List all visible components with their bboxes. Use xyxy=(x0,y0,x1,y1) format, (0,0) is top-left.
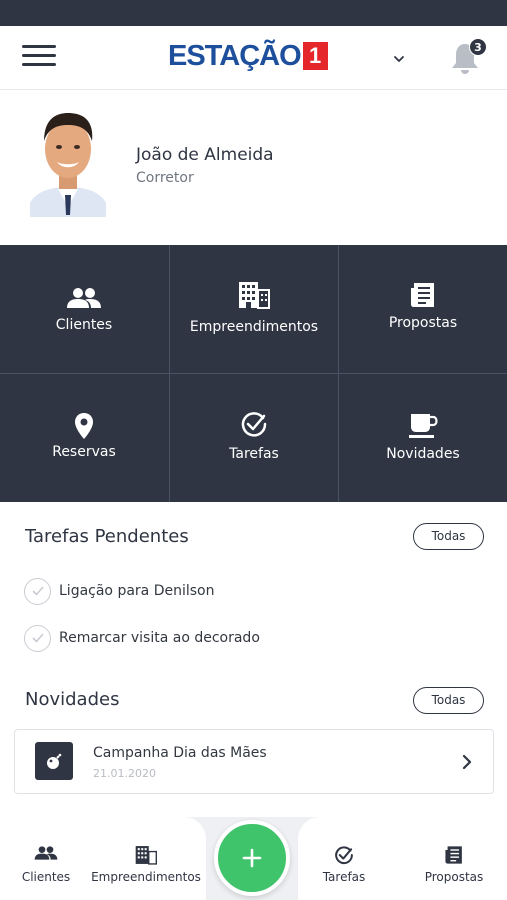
tile-label: Tarefas xyxy=(229,446,279,462)
document-icon xyxy=(411,283,434,307)
tasks-title: Tarefas Pendentes xyxy=(25,526,189,547)
tile-label: Reservas xyxy=(52,444,116,460)
tile-label: Clientes xyxy=(55,317,113,333)
nav-label: Propostas xyxy=(424,870,484,884)
app-bar: ESTAÇÃO 1 3 xyxy=(0,26,507,90)
tile-label: Propostas xyxy=(388,315,458,331)
nav-label: Empreendimentos xyxy=(91,870,201,884)
tile-clientes[interactable]: Clientes xyxy=(0,245,168,373)
map-pin-icon xyxy=(75,413,93,439)
tile-propostas[interactable]: Propostas xyxy=(339,245,507,373)
bomb-icon xyxy=(47,753,62,769)
tile-label: Novidades xyxy=(386,446,460,462)
task-text: Ligação para Denilson xyxy=(59,583,215,599)
building-icon xyxy=(135,846,157,865)
news-all-button[interactable]: Todas xyxy=(413,687,484,714)
profile-card: João de Almeida Corretor xyxy=(0,91,507,245)
logo-badge: 1 xyxy=(302,42,328,70)
status-bar xyxy=(0,0,507,26)
menu-icon[interactable] xyxy=(22,43,56,69)
task-checkbox[interactable] xyxy=(24,577,51,605)
people-icon xyxy=(34,846,58,860)
chevron-down-icon[interactable] xyxy=(392,52,406,66)
news-item-date: 21.01.2020 xyxy=(93,767,156,780)
menu-grid: Clientes Empreendimentos Propostas Reser… xyxy=(0,245,507,502)
task-checkbox[interactable] xyxy=(24,624,51,652)
check-icon xyxy=(31,586,44,596)
chevron-right-icon xyxy=(462,754,472,770)
logo: ESTAÇÃO 1 xyxy=(168,40,328,72)
task-text: Remarcar visita ao decorado xyxy=(59,630,260,646)
coffee-cup-icon xyxy=(409,414,438,438)
nav-empreendimentos[interactable]: Empreendimentos xyxy=(90,817,202,900)
news-card[interactable]: Campanha Dia das Mães 21.01.2020 xyxy=(14,729,494,794)
notification-badge: 3 xyxy=(469,38,487,56)
bottom-nav-left: Clientes Empreendimentos xyxy=(0,817,206,900)
news-title: Novidades xyxy=(25,689,120,710)
nav-label: Tarefas xyxy=(322,870,366,884)
logo-text: ESTAÇÃO xyxy=(168,40,302,72)
news-item-title: Campanha Dia das Mães xyxy=(93,745,267,761)
check-circle-icon xyxy=(241,412,267,437)
bottom-nav-right: Tarefas Propostas xyxy=(298,817,507,900)
plus-icon xyxy=(242,848,262,868)
tile-reservas[interactable]: Reservas xyxy=(0,374,168,502)
nav-clientes[interactable]: Clientes xyxy=(8,817,84,900)
nav-propostas[interactable]: Propostas xyxy=(416,817,492,900)
task-item[interactable]: Ligação para Denilson xyxy=(24,577,214,605)
tile-tarefas[interactable]: Tarefas xyxy=(170,374,338,502)
tile-empreendimentos[interactable]: Empreendimentos xyxy=(170,245,338,373)
tasks-all-button[interactable]: Todas xyxy=(413,523,484,550)
add-button[interactable] xyxy=(214,820,290,896)
nav-tarefas[interactable]: Tarefas xyxy=(308,817,380,900)
check-icon xyxy=(31,633,44,643)
tile-label: Empreendimentos xyxy=(189,319,319,335)
avatar[interactable] xyxy=(28,107,108,217)
people-icon xyxy=(67,288,101,308)
building-icon xyxy=(239,282,270,309)
user-name: João de Almeida xyxy=(136,145,274,165)
tile-novidades[interactable]: Novidades xyxy=(339,374,507,502)
check-circle-icon xyxy=(335,846,353,865)
task-item[interactable]: Remarcar visita ao decorado xyxy=(24,624,260,652)
news-thumbnail xyxy=(35,742,73,780)
document-icon xyxy=(445,846,462,864)
nav-label: Clientes xyxy=(21,870,71,884)
user-role: Corretor xyxy=(136,170,194,186)
